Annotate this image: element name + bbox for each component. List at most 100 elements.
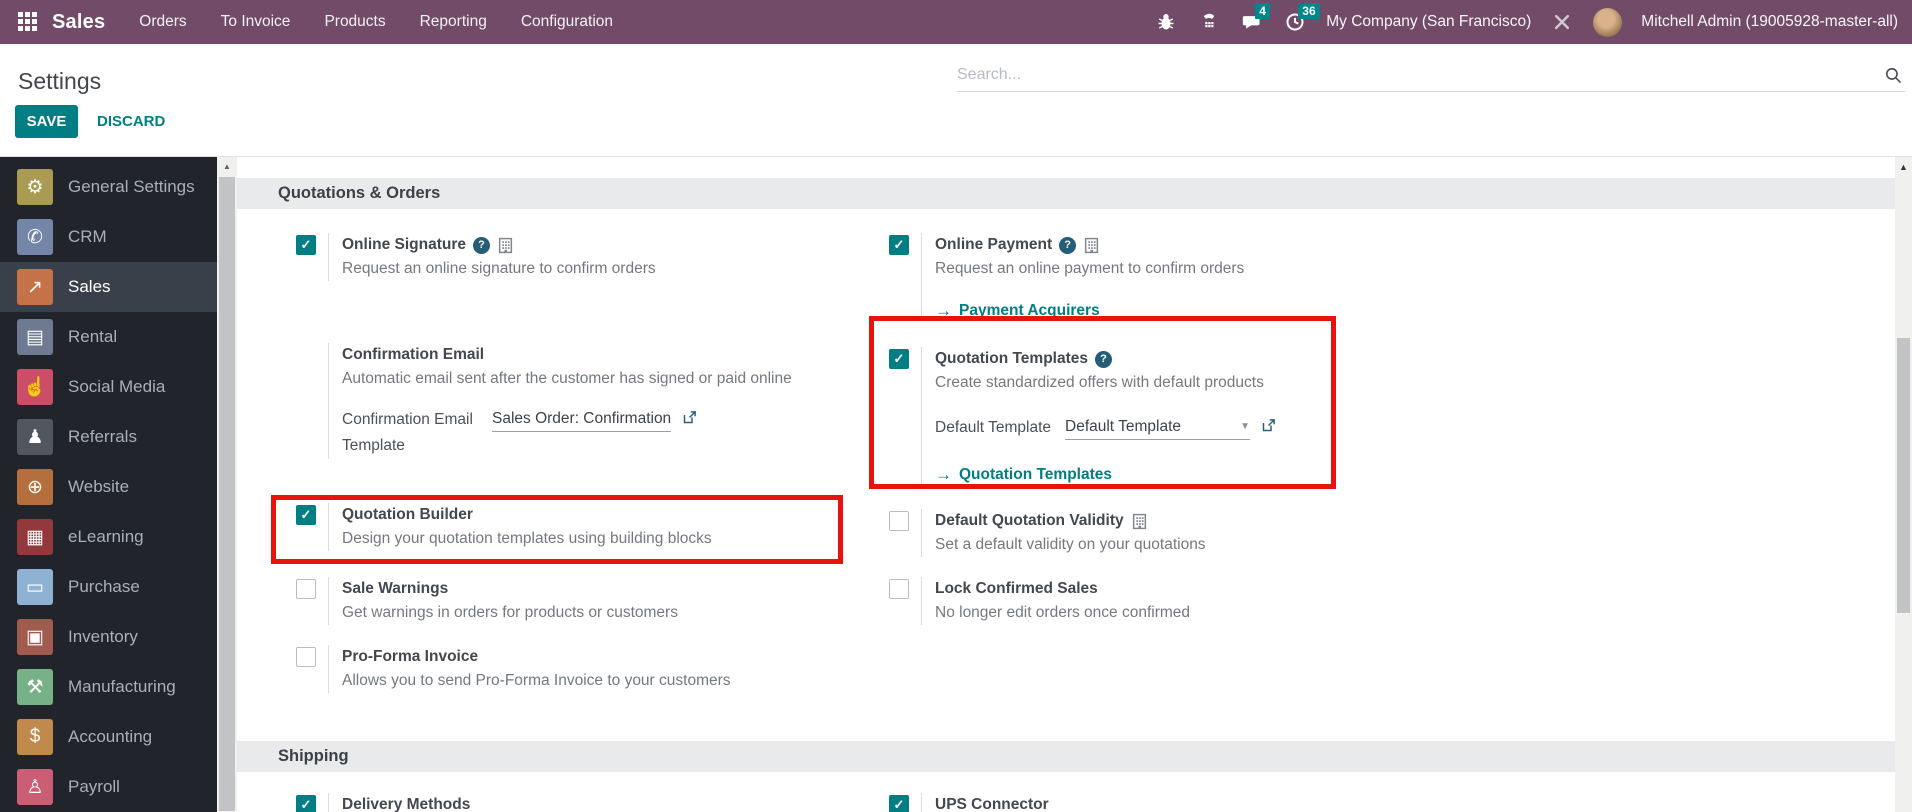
- sidebar-item-rental[interactable]: ▤ Rental: [0, 312, 217, 362]
- user-avatar[interactable]: [1593, 7, 1623, 37]
- control-panel: Settings SAVE DISCARD: [0, 44, 1912, 156]
- thumbs-up-icon: ☝: [17, 369, 53, 405]
- sidebar-item-purchase[interactable]: ▭ Purchase: [0, 562, 217, 612]
- setting-online-signature: ✓ Online Signature ? Request an online s…: [296, 233, 861, 281]
- invoice-icon: $: [17, 719, 53, 755]
- wrench-icon: ⚒: [17, 669, 53, 705]
- help-icon: ?: [1059, 236, 1077, 254]
- setting-pro-forma-invoice: Pro-Forma Invoice Allows you to send Pro…: [296, 645, 861, 693]
- external-link-icon[interactable]: [682, 410, 697, 430]
- user-menu[interactable]: Mitchell Admin (19005928-master-all): [1641, 13, 1898, 31]
- company-switcher[interactable]: My Company (San Francisco): [1326, 13, 1531, 31]
- setting-confirmation-email: Confirmation Email Automatic email sent …: [296, 343, 861, 459]
- menu-to-invoice[interactable]: To Invoice: [221, 13, 291, 31]
- lock-confirmed-checkbox[interactable]: [889, 579, 909, 599]
- setting-quotation-templates: ✓ Quotation Templates ? Create standardi…: [889, 347, 1454, 485]
- sidebar-item-payroll[interactable]: ♙ Payroll: [0, 762, 217, 812]
- box-icon: ▣: [17, 619, 53, 655]
- external-link-icon[interactable]: [1261, 418, 1276, 438]
- section-quotations-orders: Quotations & Orders: [237, 178, 1895, 209]
- sidebar-item-elearning[interactable]: ▦ eLearning: [0, 512, 217, 562]
- page-scrollbar: ▲: [1895, 157, 1912, 812]
- tools-icon[interactable]: [1550, 10, 1574, 34]
- rental-document-icon: ▤: [17, 319, 53, 355]
- sidebar-item-manufacturing[interactable]: ⚒ Manufacturing: [0, 662, 217, 712]
- globe-icon: ⊕: [17, 469, 53, 505]
- discard-button[interactable]: DISCARD: [97, 105, 165, 138]
- messages-badge: 4: [1255, 3, 1270, 19]
- scrollbar-thumb[interactable]: [219, 177, 235, 811]
- activities-clock-icon[interactable]: 36: [1283, 3, 1320, 34]
- apps-menu-icon[interactable]: [18, 12, 38, 32]
- chevron-down-icon: ▼: [1240, 421, 1250, 432]
- bug-icon[interactable]: [1154, 10, 1178, 34]
- default-template-select[interactable]: Default Template ▼: [1065, 415, 1250, 440]
- sidebar-item-referrals[interactable]: ♟ Referrals: [0, 412, 217, 462]
- quotation-builder-checkbox[interactable]: ✓: [296, 505, 316, 525]
- mobile-icon[interactable]: [1197, 10, 1221, 34]
- search-icon[interactable]: [1884, 66, 1903, 90]
- workspace: ⚙ General Settings ✆ CRM ↗ Sales ▤ Renta…: [0, 156, 1912, 812]
- ups-connector-checkbox[interactable]: ✓: [889, 795, 909, 812]
- default-validity-checkbox[interactable]: [889, 511, 909, 531]
- sidebar-item-social-media[interactable]: ☝ Social Media: [0, 362, 217, 412]
- menu-reporting[interactable]: Reporting: [420, 13, 487, 31]
- payroll-icon: ♙: [17, 769, 53, 805]
- sidebar-item-accounting[interactable]: $ Accounting: [0, 712, 217, 762]
- sidebar-scrollbar: ▲: [217, 157, 237, 812]
- scroll-up-arrow[interactable]: ▲: [1895, 157, 1912, 172]
- quotation-templates-link[interactable]: → Quotation Templates: [935, 465, 1454, 485]
- handshake-icon: ✆: [17, 219, 53, 255]
- gear-icon: ⚙: [17, 169, 53, 205]
- setting-sale-warnings: Sale Warnings Get warnings in orders for…: [296, 577, 861, 625]
- scrollbar-thumb[interactable]: [1897, 338, 1910, 613]
- sidebar-item-crm[interactable]: ✆ CRM: [0, 212, 217, 262]
- delivery-methods-checkbox[interactable]: ✓: [296, 795, 316, 812]
- settings-content: Quotations & Orders ✓ Online Signature ?: [237, 157, 1895, 812]
- enterprise-building-icon: [498, 237, 513, 253]
- odoo-sales-settings-page: Sales Orders To Invoice Products Reporti…: [0, 0, 1912, 812]
- sidebar-item-sales[interactable]: ↗ Sales: [0, 262, 217, 312]
- help-icon: ?: [473, 236, 491, 254]
- quotation-templates-checkbox[interactable]: ✓: [889, 349, 909, 369]
- help-icon: ?: [1095, 350, 1113, 368]
- enterprise-building-icon: [1132, 513, 1146, 529]
- confirmation-email-template-field: Confirmation Email Template Sales Order:…: [342, 407, 861, 459]
- sidebar-item-inventory[interactable]: ▣ Inventory: [0, 612, 217, 662]
- app-brand[interactable]: Sales: [52, 11, 105, 34]
- sale-warnings-checkbox[interactable]: [296, 579, 316, 599]
- menu-configuration[interactable]: Configuration: [521, 13, 613, 31]
- setting-lock-confirmed-sales: Lock Confirmed Sales No longer edit orde…: [889, 577, 1454, 625]
- presentation-icon: ▦: [17, 519, 53, 555]
- section-shipping: Shipping: [237, 741, 1895, 772]
- right-arrow-icon: →: [935, 301, 952, 320]
- pro-forma-checkbox[interactable]: [296, 647, 316, 667]
- sidebar-item-website[interactable]: ⊕ Website: [0, 462, 217, 512]
- online-payment-checkbox[interactable]: ✓: [889, 235, 909, 255]
- sales-chart-icon: ↗: [17, 269, 53, 305]
- systray: 4 36 My Company (San Francisco) Mitchell…: [1154, 3, 1898, 37]
- confirmation-email-template-value[interactable]: Sales Order: Confirmation: [492, 407, 672, 432]
- setting-ups-connector: ✓ UPS Connector: [889, 793, 1454, 812]
- credit-card-icon: ▭: [17, 569, 53, 605]
- online-signature-checkbox[interactable]: ✓: [296, 235, 316, 255]
- setting-quotation-builder: ✓ Quotation Builder Design your quotatio…: [296, 503, 861, 551]
- default-template-field: Default Template Default Template ▼: [935, 415, 1454, 441]
- page-title: Settings: [18, 68, 102, 94]
- setting-online-payment: ✓ Online Payment ? Request an online pay…: [889, 233, 1454, 321]
- menu-orders[interactable]: Orders: [139, 13, 186, 31]
- main-menu: Orders To Invoice Products Reporting Con…: [139, 13, 613, 31]
- top-navbar: Sales Orders To Invoice Products Reporti…: [0, 0, 1912, 44]
- search-input[interactable]: [957, 60, 1862, 90]
- scroll-up-arrow[interactable]: ▲: [217, 157, 237, 171]
- menu-products[interactable]: Products: [324, 13, 385, 31]
- enterprise-building-icon: [1085, 237, 1099, 253]
- save-button[interactable]: SAVE: [15, 105, 78, 138]
- settings-sidebar: ⚙ General Settings ✆ CRM ↗ Sales ▤ Renta…: [0, 157, 217, 812]
- activities-badge: 36: [1298, 3, 1320, 19]
- sidebar-item-general-settings[interactable]: ⚙ General Settings: [0, 162, 217, 212]
- messages-icon[interactable]: 4: [1240, 3, 1270, 34]
- referral-person-icon: ♟: [17, 419, 53, 455]
- setting-delivery-methods: ✓ Delivery Methods: [296, 793, 861, 812]
- payment-acquirers-link[interactable]: → Payment Acquirers: [935, 301, 1454, 321]
